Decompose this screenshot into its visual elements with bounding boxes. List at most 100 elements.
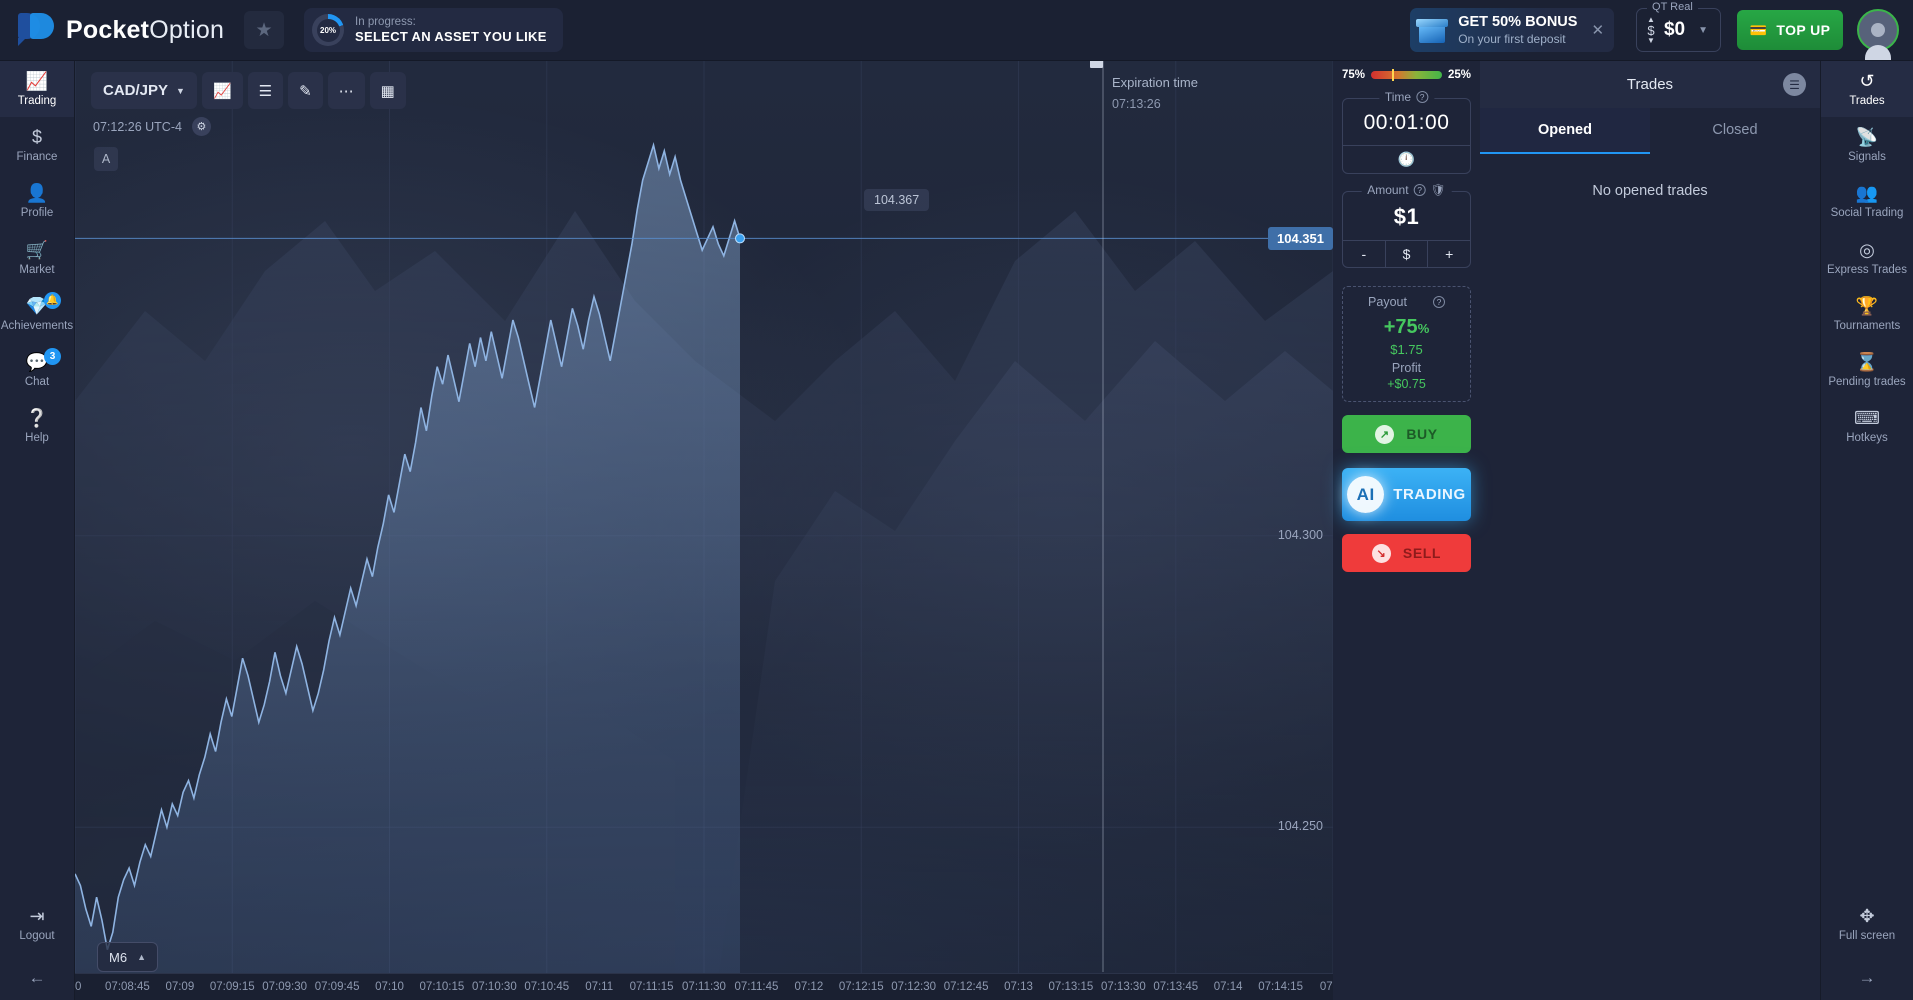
close-icon[interactable]: ✕ (1591, 21, 1604, 39)
in-progress-task[interactable]: 20% In progress: SELECT AN ASSET YOU LIK… (304, 8, 563, 52)
arrow-right-icon[interactable]: → (1859, 968, 1876, 988)
drawing-button[interactable]: ✎ (288, 72, 323, 109)
x-axis-tick: 07:12:30 (891, 981, 937, 993)
gift-icon (1410, 8, 1454, 52)
x-axis-tick: 07:09:45 (314, 981, 360, 993)
progress-status-label: In progress: (355, 15, 416, 28)
time-field[interactable]: Time ? 00:01:00 🕛 (1342, 90, 1471, 174)
logo[interactable]: PocketOption (18, 13, 224, 47)
server-time: 07:12:26 UTC-4 (93, 119, 182, 134)
sidebar-item-hotkeys[interactable]: ⌨ Hotkeys (1821, 398, 1913, 454)
ai-trading-button[interactable]: AI TRADING (1342, 468, 1471, 521)
expiration-time: 07:13:26 (1112, 97, 1161, 111)
amount-increase-button[interactable]: + (1427, 241, 1470, 267)
logo-text: PocketOption (66, 16, 224, 45)
sidebar-item-finance[interactable]: $ Finance (0, 117, 74, 173)
gear-icon[interactable]: ⚙ (191, 117, 211, 136)
sidebar-item-help[interactable]: ❔ Help (0, 398, 74, 454)
trade-panel: 75% 25% Time ? 00:01:00 🕛 Amount ? 🛡 $1 … (1333, 61, 1480, 1000)
asset-selector[interactable]: CAD/JPY ▼ (91, 72, 197, 109)
x-axis-tick: 07:09:30 (262, 981, 308, 993)
sidebar-item-tournaments[interactable]: 🏆 Tournaments (1821, 286, 1913, 342)
sell-button[interactable]: ↘ SELL (1342, 534, 1471, 572)
account-type-label: QT Real (1647, 1, 1698, 13)
chart-type-button[interactable]: 📈 (201, 72, 243, 109)
target-icon: ◎ (1859, 239, 1875, 260)
chevron-up-icon: ▲ (137, 952, 146, 962)
question-icon[interactable]: ? (1416, 91, 1429, 103)
star-icon: ★ (255, 19, 273, 41)
high-price-tooltip: 104.367 (864, 189, 930, 211)
sidebar-item-express-trades[interactable]: ◎ Express Trades (1821, 230, 1913, 286)
bonus-banner[interactable]: GET 50% BONUS On your first deposit ✕ (1410, 8, 1615, 52)
question-icon[interactable]: ? (1413, 184, 1426, 196)
sidebar-item-label: Pending trades (1828, 376, 1906, 389)
top-up-button[interactable]: 💳 TOP UP (1737, 10, 1843, 50)
expiration-line (1090, 61, 1104, 972)
trophy-icon: 🏆 (1855, 295, 1879, 316)
tab-closed[interactable]: Closed (1650, 108, 1820, 154)
shield-icon[interactable]: 🛡 (1431, 183, 1446, 197)
bonus-title: GET 50% BONUS (1458, 13, 1578, 30)
sidebar-item-social-trading[interactable]: 👥 Social Trading (1821, 173, 1913, 229)
sidebar-item-signals[interactable]: 📡 Signals (1821, 117, 1913, 173)
payout-percent-value: +75 (1383, 316, 1418, 338)
y-axis-tick: 104.300 (1277, 527, 1323, 542)
progress-task-text: SELECT AN ASSET YOU LIKE (355, 29, 547, 45)
tab-opened[interactable]: Opened (1480, 108, 1650, 154)
amount-field[interactable]: Amount ? 🛡 $1 - $ + (1342, 183, 1471, 268)
favorites-button[interactable]: ★ (244, 11, 285, 49)
sidebar-item-trading[interactable]: 📈 Trading (0, 61, 74, 118)
x-axis-tick: 07:11 (585, 981, 614, 993)
x-axis-tick: 07:13:15 (1048, 981, 1094, 993)
trades-title: Trades (1626, 76, 1674, 93)
sidebar-item-label: Express Trades (1827, 263, 1907, 276)
payout-percent-sign: % (1417, 321, 1430, 336)
account-selector[interactable]: QT Real ▲ $ ▼ $0 ▼ (1636, 1, 1721, 52)
sidebar-item-label: Chat (24, 376, 50, 389)
sidebar-item-label: Signals (1848, 151, 1886, 164)
buy-button[interactable]: ↗ BUY (1342, 415, 1471, 453)
timeframe-selector[interactable]: M6 ▲ (97, 942, 158, 972)
pocketoption-logo-icon (18, 13, 56, 47)
sidebar-item-chat[interactable]: 3 💬 Chat (0, 342, 74, 398)
fullscreen-button[interactable]: ✥ Full screen (1821, 896, 1913, 952)
chart-line-icon: 📈 (25, 71, 49, 91)
price-chart (75, 61, 1333, 974)
indicators-button[interactable]: ☰ (247, 72, 284, 109)
avatar[interactable] (1857, 9, 1899, 60)
antenna-icon: 📡 (1855, 127, 1879, 148)
sidebar-item-pending-trades[interactable]: ⌛ Pending trades (1821, 342, 1913, 398)
people-icon: 👥 (1855, 183, 1879, 204)
expiration-label: Expiration time (1112, 75, 1198, 90)
sidebar-item-label: Social Trading (1830, 207, 1904, 220)
question-icon[interactable]: ? (1432, 296, 1445, 308)
asset-name: CAD/JPY (103, 82, 169, 99)
chevron-down-icon: ▼ (176, 85, 185, 96)
x-axis-tick: 07:10:30 (471, 981, 517, 993)
more-button[interactable]: ⋯ (327, 72, 365, 109)
sidebar-item-profile[interactable]: 👤 Profile (0, 173, 74, 229)
sidebar-item-achievements[interactable]: 🔔 💎 Achievements (0, 286, 74, 342)
layout-button[interactable]: ▦ (369, 72, 406, 109)
chat-count-badge: 3 (44, 348, 61, 366)
arrow-left-icon[interactable]: ← (29, 968, 46, 988)
notification-badge: 🔔 (44, 291, 61, 309)
progress-ring-icon: 20% (312, 14, 345, 46)
list-icon[interactable]: ☰ (1783, 73, 1806, 96)
amount-decrease-button[interactable]: - (1343, 241, 1385, 267)
sidebar-item-label: Finance (16, 151, 58, 164)
logout-button[interactable]: ⇥ Logout (0, 896, 74, 952)
sidebar-item-market[interactable]: 🛒 Market (0, 230, 74, 286)
currency-button[interactable]: $ (1384, 241, 1428, 267)
sidebar-item-label: Profile (20, 207, 54, 220)
amount-field-label: Amount ? 🛡 (1361, 183, 1452, 197)
progress-percent: 20% (320, 25, 337, 35)
sidebar-item-trades[interactable]: ↺ Trades (1821, 61, 1913, 118)
chart-area[interactable]: Expiration time 07:13:26 CAD/JPY ▼ 📈 ☰ ✎… (75, 61, 1333, 1000)
ai-badge-icon: AI (1347, 476, 1385, 513)
arrow-down-right-icon: ↘ (1371, 543, 1391, 563)
annotation-badge[interactable]: A (94, 147, 118, 171)
time-mode-button[interactable]: 🕛 (1343, 146, 1470, 173)
cart-icon: 🛒 (25, 239, 49, 260)
